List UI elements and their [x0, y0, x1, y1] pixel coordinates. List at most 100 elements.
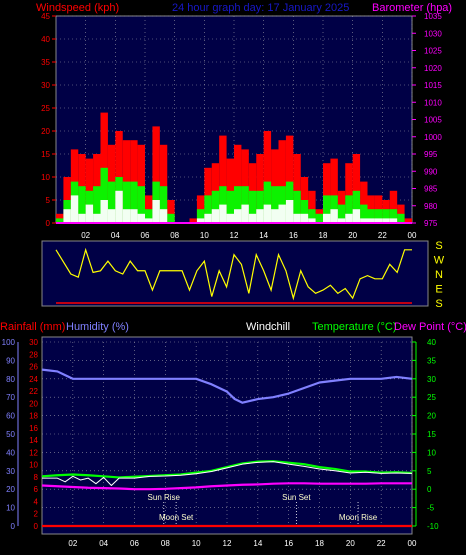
windspeed-tick-label: 20 — [41, 127, 50, 136]
compass-label: S — [435, 240, 442, 252]
rainfall-tick-label: 6 — [34, 485, 39, 494]
wind-x-tick-label: 08 — [170, 231, 179, 240]
speed-bar — [107, 209, 116, 223]
event-label: Moon Rise — [339, 513, 378, 522]
speed-bar — [300, 213, 309, 223]
rainfall-tick-label: 24 — [29, 375, 38, 384]
barometer-tick-label: 975 — [424, 219, 438, 228]
humidity-tick-label: 60 — [6, 412, 15, 421]
speed-bar — [323, 213, 331, 223]
barometer-tick-label: 1030 — [424, 29, 442, 38]
graph-title: 24 hour graph day: 17 January 2025 — [172, 2, 349, 14]
temperature-tick-label: -10 — [427, 522, 439, 531]
wind-x-tick-label: 06 — [141, 231, 150, 240]
speed-bar — [159, 209, 168, 223]
rainfall-tick-label: 30 — [29, 338, 38, 347]
speed-bar — [100, 200, 108, 223]
rainfall-tick-label: 4 — [34, 497, 39, 506]
temperature-tick-label: -5 — [427, 504, 435, 513]
temperature-x-tick-label: 04 — [99, 539, 108, 548]
wind-x-tick-label: 14 — [259, 231, 268, 240]
speed-bar — [85, 204, 94, 223]
humidity-axis-label: Humidity (%) — [66, 321, 129, 333]
speed-bar — [241, 204, 249, 223]
rainfall-tick-label: 12 — [29, 448, 38, 457]
rainfall-tick-label: 22 — [29, 387, 38, 396]
speed-bar — [345, 213, 353, 223]
speed-bar — [271, 209, 279, 223]
rainfall-tick-label: 2 — [34, 510, 39, 519]
rainfall-tick-label: 10 — [29, 461, 38, 470]
windchill-label: Windchill — [246, 321, 290, 333]
speed-bar — [248, 213, 257, 223]
barometer-tick-label: 1000 — [424, 133, 442, 142]
barometer-tick-label: 1015 — [424, 81, 442, 90]
rainfall-axis-label: Rainfall (mm) — [0, 321, 65, 333]
wind-x-tick-label: 22 — [378, 231, 387, 240]
speed-bar — [130, 209, 138, 223]
rainfall-tick-label: 8 — [34, 473, 39, 482]
rainfall-tick-label: 16 — [29, 424, 38, 433]
speed-bar — [115, 190, 123, 223]
barometer-tick-label: 1025 — [424, 47, 442, 56]
compass-label: N — [435, 269, 443, 281]
rainfall-tick-label: 26 — [29, 363, 38, 372]
compass-label: S — [435, 298, 442, 310]
weather-24h-graph: Windspeed (kph) 24 hour graph day: 17 Ja… — [0, 0, 466, 555]
humidity-tick-label: 100 — [2, 338, 16, 347]
speed-bar — [263, 204, 272, 223]
temperature-tick-label: 5 — [427, 467, 432, 476]
rainfall-tick-label: 0 — [34, 522, 39, 531]
wind-x-tick-label: 00 — [408, 231, 417, 240]
temperature-x-tick-label: 22 — [377, 539, 386, 548]
temperature-x-tick-label: 18 — [315, 539, 324, 548]
wind-x-tick-label: 18 — [319, 231, 328, 240]
speed-bar — [204, 213, 212, 223]
temperature-tick-label: 20 — [427, 412, 436, 421]
barometer-tick-label: 1005 — [424, 116, 442, 125]
temperature-x-tick-label: 12 — [223, 539, 232, 548]
temperature-x-tick-label: 08 — [161, 539, 170, 548]
temperature-tick-label: 30 — [427, 375, 436, 384]
average-bar — [397, 213, 405, 223]
windspeed-tick-label: 40 — [41, 35, 50, 44]
speed-bar — [293, 213, 301, 223]
rainfall-tick-label: 14 — [29, 436, 38, 445]
speed-bar — [93, 213, 101, 223]
event-label: Sun Rise — [148, 493, 181, 502]
speed-bar — [226, 213, 234, 223]
windspeed-tick-label: 30 — [41, 81, 50, 90]
speed-bar — [256, 209, 264, 223]
event-label: Sun Set — [282, 493, 311, 502]
wind-x-tick-label: 02 — [81, 231, 90, 240]
humidity-tick-label: 10 — [6, 504, 15, 513]
temperature-tick-label: 35 — [427, 356, 436, 365]
event-label: Moon Set — [159, 513, 194, 522]
barometer-tick-label: 990 — [424, 167, 438, 176]
temperature-axis-label: Temperature (°C) — [312, 321, 396, 333]
barometer-tick-label: 1010 — [424, 98, 442, 107]
speed-bar — [63, 209, 71, 223]
humidity-tick-label: 40 — [6, 448, 15, 457]
humidity-tick-label: 50 — [6, 430, 15, 439]
speed-bar — [330, 209, 338, 223]
direction-panel — [41, 240, 429, 307]
barometer-tick-label: 1035 — [424, 12, 442, 21]
rainfall-tick-label: 18 — [29, 412, 38, 421]
speed-bar — [137, 213, 145, 223]
wind-x-tick-label: 10 — [200, 231, 209, 240]
compass-label: E — [435, 284, 442, 296]
windspeed-tick-label: 0 — [46, 219, 51, 228]
speed-bar — [219, 204, 227, 223]
compass-label: W — [434, 255, 445, 267]
temperature-x-tick-label: 16 — [284, 539, 293, 548]
humidity-tick-label: 90 — [6, 356, 15, 365]
speed-bar — [278, 204, 286, 223]
humidity-tick-label: 70 — [6, 393, 15, 402]
rainfall-tick-label: 20 — [29, 399, 38, 408]
speed-bar — [152, 200, 160, 223]
temperature-x-tick-label: 06 — [130, 539, 139, 548]
windspeed-tick-label: 10 — [41, 173, 50, 182]
temperature-tick-label: 25 — [427, 393, 436, 402]
temperature-tick-label: 15 — [427, 430, 436, 439]
